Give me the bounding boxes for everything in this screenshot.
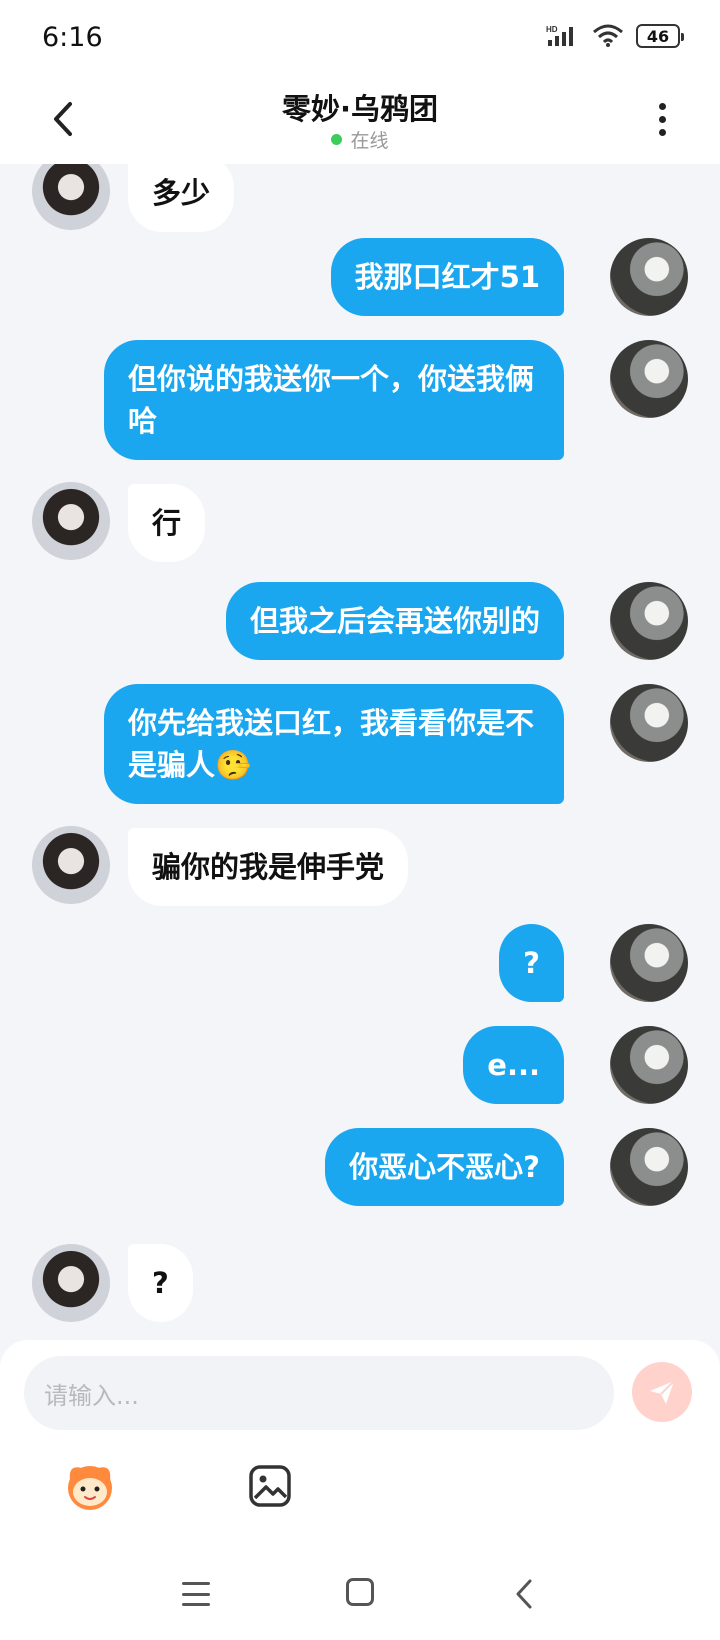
chat-header: 零妙·乌鸦团 在线 xyxy=(0,78,720,164)
image-button[interactable] xyxy=(248,1464,292,1508)
emoji-mascot-icon xyxy=(68,1466,112,1510)
emoji-button[interactable] xyxy=(62,1458,118,1514)
battery-indicator: 46 xyxy=(636,24,684,48)
message-bubble[interactable]: 但你说的我送你一个，你送我俩哈 xyxy=(104,340,564,460)
my-avatar[interactable] xyxy=(610,924,688,1002)
send-button[interactable] xyxy=(632,1362,692,1422)
my-avatar[interactable] xyxy=(610,1128,688,1206)
contact-avatar[interactable] xyxy=(32,482,110,560)
my-avatar[interactable] xyxy=(610,238,688,316)
online-status-label: 在线 xyxy=(350,130,389,152)
online-status: 在线 xyxy=(0,126,720,153)
battery-level: 46 xyxy=(646,26,670,46)
contact-avatar[interactable] xyxy=(32,1244,110,1322)
message-input[interactable]: 请输入... xyxy=(24,1356,614,1430)
message-bubble[interactable]: 你恶心不恶心? xyxy=(325,1128,564,1206)
wifi-icon xyxy=(593,24,623,47)
message-bubble[interactable]: ? xyxy=(499,924,564,1002)
more-vertical-icon-dot xyxy=(658,102,666,110)
my-avatar[interactable] xyxy=(610,684,688,762)
message-bubble[interactable]: 我那口红才51 xyxy=(330,238,564,316)
message-bubble[interactable]: 行 xyxy=(128,484,206,562)
contact-avatar[interactable] xyxy=(32,826,110,904)
system-nav-bar xyxy=(0,1560,720,1640)
nav-menu-icon[interactable] xyxy=(182,1582,210,1606)
chat-title: 零妙·乌鸦团 xyxy=(281,92,439,126)
send-icon xyxy=(650,1380,675,1404)
more-vertical-icon-dot xyxy=(658,128,666,136)
more-options-button[interactable] xyxy=(652,96,672,142)
my-avatar[interactable] xyxy=(610,340,688,418)
message-list[interactable]: 多少 我那口红才51 但你说的我送你一个，你送我俩哈 行 但我之后会再送你别的 … xyxy=(0,164,720,1340)
signal-icon: HD xyxy=(546,25,573,46)
status-bar: 6:16 HD 46 xyxy=(0,0,720,78)
nav-home-icon[interactable] xyxy=(346,1578,374,1606)
nav-back-icon[interactable] xyxy=(510,1578,538,1610)
message-bubble[interactable]: 骗你的我是伸手党 xyxy=(128,828,409,906)
message-bubble[interactable]: ? xyxy=(128,1244,193,1322)
message-bubble[interactable]: 但我之后会再送你别的 xyxy=(225,582,564,660)
status-time: 6:16 xyxy=(42,22,103,53)
my-avatar[interactable] xyxy=(610,1026,688,1104)
svg-text:HD: HD xyxy=(546,25,558,34)
contact-avatar[interactable] xyxy=(32,164,110,230)
message-bubble[interactable]: e... xyxy=(463,1026,564,1104)
status-icons: HD 46 xyxy=(546,24,684,48)
my-avatar[interactable] xyxy=(610,582,688,660)
online-dot xyxy=(331,134,343,145)
message-input-placeholder: 请输入... xyxy=(44,1381,139,1410)
image-icon xyxy=(249,1465,291,1507)
message-bubble[interactable]: 多少 xyxy=(128,164,235,232)
more-vertical-icon-dot xyxy=(658,115,666,123)
message-bubble[interactable]: 你先给我送口红，我看看你是不是骗人🤥 xyxy=(104,684,564,804)
